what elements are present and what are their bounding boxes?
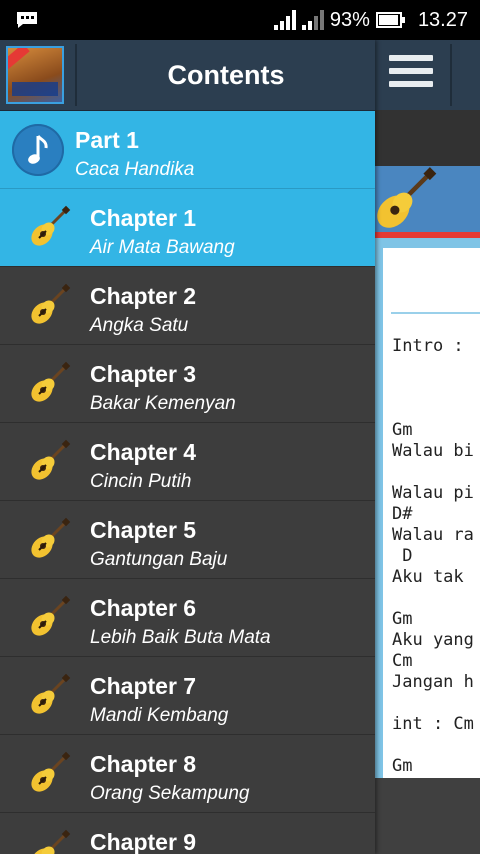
chapter-title: Chapter 8 — [90, 751, 197, 777]
guitar-icon — [31, 517, 71, 558]
status-bar: 93% 13.27 — [0, 0, 480, 40]
chapter-title: Chapter 1 — [90, 205, 197, 231]
battery-percent: 93% — [329, 8, 370, 31]
chapter-item-4[interactable]: Chapter 4 Cincin Putih — [0, 423, 375, 501]
chapter-item-6[interactable]: Chapter 6 Lebih Baik Buta Mata — [0, 579, 375, 657]
guitar-icon — [31, 205, 71, 246]
music-note-icon — [12, 124, 64, 176]
chapter-item-8[interactable]: Chapter 8 Orang Sekampung — [0, 735, 375, 813]
signal-icon — [273, 10, 296, 30]
lyrics-page: Intro : Gm Walau bi Walau pi D# Walau ra… — [383, 248, 480, 778]
battery-icon — [375, 12, 405, 28]
lyrics-text: Intro : Gm Walau bi Walau pi D# Walau ra… — [392, 336, 474, 776]
chapter-subtitle: Orang Sekampung — [90, 783, 250, 804]
lyrics-panel: Intro : Gm Walau bi Walau pi D# Walau ra… — [375, 238, 480, 778]
chapter-subtitle: Gantungan Baju — [90, 549, 228, 570]
chapter-item-9[interactable]: Chapter 9 — [0, 813, 375, 854]
navigation-drawer: Contents Part 1 Caca Handika Chapter 1 A… — [0, 40, 375, 854]
guitar-icon — [31, 673, 71, 714]
part-header[interactable]: Part 1 Caca Handika — [0, 111, 375, 189]
drawer-title: Contents — [167, 60, 285, 90]
chapter-subtitle: Angka Satu — [90, 315, 189, 336]
guitar-icon — [31, 595, 71, 636]
app-logo — [6, 46, 64, 104]
guitar-icon — [31, 751, 71, 792]
guitar-icon — [31, 361, 71, 402]
chapter-list: Chapter 1 Air Mata Bawang Chapter 2 Angk… — [0, 189, 375, 854]
clock: 13.27 — [417, 8, 468, 31]
chapter-title: Chapter 2 — [90, 283, 197, 309]
chapter-title: Chapter 5 — [90, 517, 197, 543]
content-banner — [375, 166, 480, 236]
chapter-item-1[interactable]: Chapter 1 Air Mata Bawang — [0, 189, 375, 267]
hamburger-menu-icon[interactable] — [389, 55, 433, 95]
chapter-subtitle: Bakar Kemenyan — [90, 393, 236, 414]
main-content: Intro : Gm Walau bi Walau pi D# Walau ra… — [375, 40, 480, 854]
guitar-icon — [31, 283, 71, 324]
app-bar — [375, 40, 480, 111]
lyrics-rule — [391, 312, 480, 314]
chapter-item-2[interactable]: Chapter 2 Angka Satu — [0, 267, 375, 345]
drawer-header: Contents — [0, 40, 375, 111]
chapter-item-3[interactable]: Chapter 3 Bakar Kemenyan — [0, 345, 375, 423]
chapter-item-7[interactable]: Chapter 7 Mandi Kembang — [0, 657, 375, 735]
chapter-subtitle: Mandi Kembang — [90, 705, 229, 726]
chapter-subtitle: Cincin Putih — [90, 471, 192, 492]
chapter-title: Chapter 7 — [90, 673, 197, 699]
guitar-icon — [31, 829, 71, 854]
part-title: Part 1 — [75, 127, 139, 153]
chapter-subtitle: Air Mata Bawang — [90, 237, 235, 258]
chapter-title: Chapter 9 — [90, 829, 197, 854]
chapter-title: Chapter 3 — [90, 361, 197, 387]
guitar-icon — [31, 439, 71, 480]
chapter-title: Chapter 6 — [90, 595, 197, 621]
appbar-divider — [450, 44, 452, 106]
guitar-icon — [377, 167, 437, 228]
signal-secondary-icon — [301, 10, 324, 30]
part-subtitle: Caca Handika — [75, 159, 195, 180]
message-notification-icon — [16, 11, 38, 29]
chapter-item-5[interactable]: Chapter 5 Gantungan Baju — [0, 501, 375, 579]
toolbar-strip — [375, 110, 480, 166]
chapter-subtitle: Lebih Baik Buta Mata — [90, 627, 271, 648]
chapter-title: Chapter 4 — [90, 439, 197, 465]
